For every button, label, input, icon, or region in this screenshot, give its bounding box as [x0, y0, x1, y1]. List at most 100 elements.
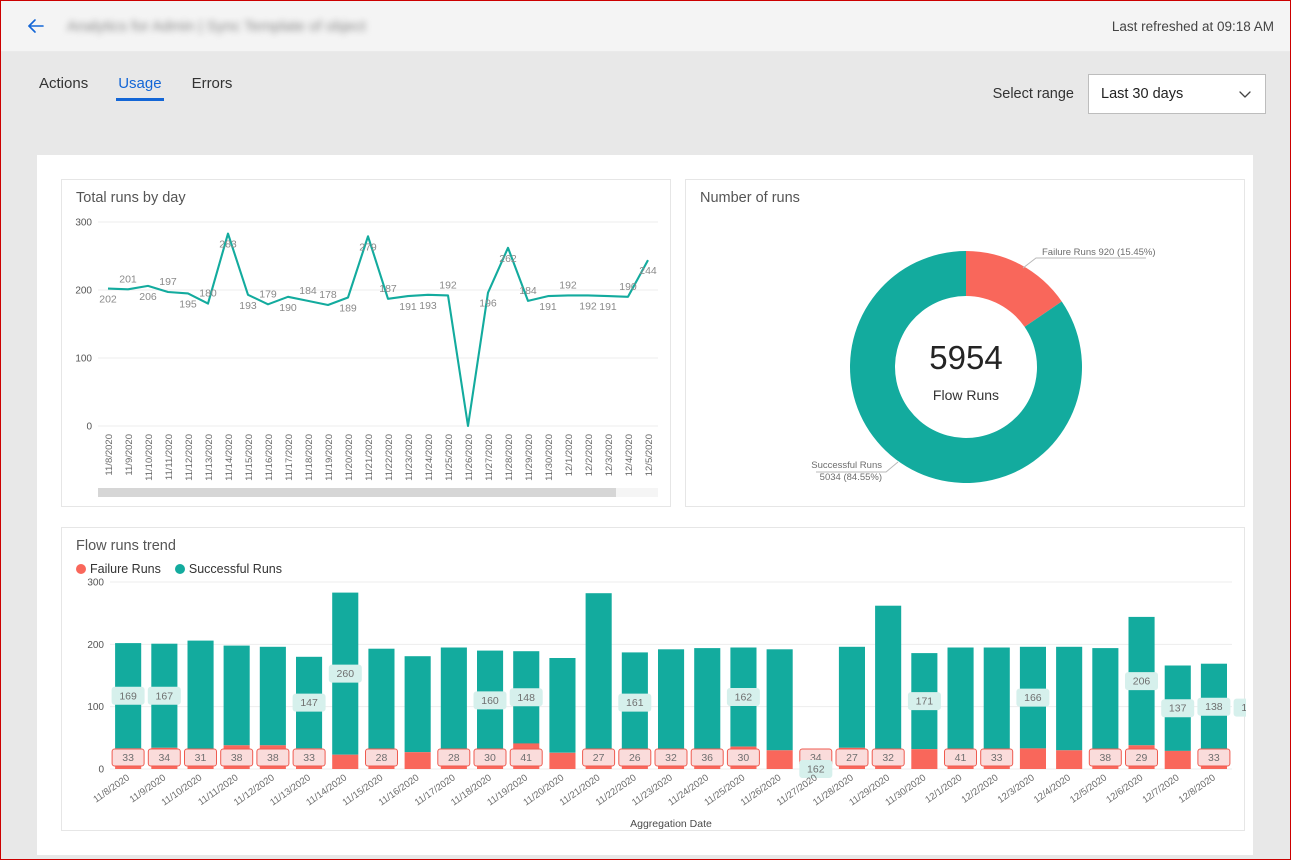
donut-callout-failure: Failure Runs 920 (15.45%): [1042, 247, 1156, 258]
svg-text:193: 193: [419, 300, 437, 312]
number-of-runs-donut-chart[interactable]: 5954 Flow Runs Failure Runs 920 (15.45%) Su…: [686, 180, 1246, 508]
bar-segment-failure: [1164, 750, 1191, 769]
svg-text:202: 202: [99, 294, 117, 306]
svg-text:137: 137: [1169, 703, 1187, 715]
svg-text:100: 100: [87, 702, 104, 713]
svg-text:11/18/2020: 11/18/2020: [304, 434, 315, 481]
bar-segment-success: [549, 658, 576, 753]
svg-text:12/2/2020: 12/2/2020: [959, 772, 1000, 805]
svg-text:12/1/2020: 12/1/2020: [564, 434, 575, 476]
bar-segment-success: [187, 640, 214, 750]
donut-callout-success-line1: Successful Runs: [811, 460, 882, 471]
svg-text:11/12/2020: 11/12/2020: [184, 434, 195, 481]
svg-text:260: 260: [337, 668, 355, 680]
svg-text:283: 283: [219, 239, 237, 251]
svg-text:38: 38: [1099, 752, 1111, 764]
tab-list: Actions Usage Errors: [37, 71, 234, 117]
svg-text:12/2/2020: 12/2/2020: [584, 434, 595, 476]
line-chart-scrollbar-track[interactable]: [98, 488, 658, 497]
svg-text:179: 179: [259, 288, 277, 300]
tab-usage[interactable]: Usage: [116, 71, 164, 101]
svg-text:27: 27: [846, 752, 858, 764]
bar-segment-success: [838, 646, 865, 748]
dashboard-board: Total runs by day 0 100 200 300 202 201 206 197…: [37, 155, 1253, 855]
bar-segment-success: [1092, 648, 1119, 750]
total-runs-by-day-card: Total runs by day 0 100 200 300 202 201 206 197…: [61, 179, 671, 507]
bar-segment-success: [983, 647, 1010, 755]
svg-text:33: 33: [991, 752, 1003, 764]
svg-text:33: 33: [122, 752, 134, 764]
svg-text:190: 190: [279, 302, 297, 314]
svg-text:11/8/2020: 11/8/2020: [104, 434, 115, 476]
svg-text:191: 191: [599, 301, 617, 313]
svg-text:11/15/2020: 11/15/2020: [244, 434, 255, 481]
tab-actions[interactable]: Actions: [37, 71, 90, 92]
back-button[interactable]: [13, 3, 59, 49]
tab-errors[interactable]: Errors: [190, 71, 235, 92]
bar-segment-success: [368, 648, 395, 752]
svg-text:197: 197: [159, 276, 177, 288]
bar-segment-success: [259, 646, 286, 746]
svg-text:11/17/2020: 11/17/2020: [284, 434, 295, 481]
svg-text:206: 206: [139, 291, 157, 303]
range-dropdown[interactable]: Last 30 days: [1088, 74, 1266, 114]
bar-segment-success: [440, 647, 467, 752]
svg-text:30: 30: [484, 752, 496, 764]
top-bar: Analytics for Admin | Sync Template of o…: [1, 1, 1290, 52]
bar-segment-success: [694, 648, 721, 750]
svg-text:31: 31: [195, 752, 207, 764]
svg-text:29: 29: [1136, 752, 1148, 764]
svg-text:169: 169: [119, 690, 137, 702]
bar-segment-success: [585, 593, 612, 753]
flow-runs-trend-chart[interactable]: 0 100 200 300 33 34 31 38 38 33 28 28 30 41 27 26 32 36 30…: [62, 528, 1246, 832]
svg-text:184: 184: [299, 285, 317, 297]
svg-text:11/30/2020: 11/30/2020: [883, 772, 928, 808]
line-chart-scrollbar-thumb[interactable]: [98, 488, 616, 497]
svg-text:200: 200: [75, 286, 92, 297]
total-runs-by-day-chart[interactable]: 0100200300202201206197195180283193179190…: [62, 180, 672, 508]
svg-text:171: 171: [916, 696, 934, 708]
svg-text:138: 138: [1205, 701, 1223, 713]
bar-segment-failure: [1056, 750, 1083, 769]
svg-text:41: 41: [955, 752, 967, 764]
svg-text:162: 162: [735, 692, 753, 704]
donut-center-label: Flow Runs: [933, 387, 999, 403]
bar-segment-failure: [549, 752, 576, 769]
svg-text:28: 28: [376, 752, 388, 764]
svg-text:166: 166: [1024, 692, 1042, 704]
svg-text:11/25/2020: 11/25/2020: [444, 434, 455, 481]
svg-text:11/27/2020: 11/27/2020: [484, 434, 495, 481]
svg-text:11/19/2020: 11/19/2020: [324, 434, 335, 481]
svg-text:11/20/2020: 11/20/2020: [344, 434, 355, 481]
svg-text:0: 0: [86, 422, 92, 433]
svg-text:12/4/2020: 12/4/2020: [1032, 772, 1073, 805]
svg-text:180: 180: [199, 288, 217, 300]
flow-runs-trend-card: Flow runs trend Failure Runs Successful …: [61, 527, 1246, 832]
bar-chart-axis-title: Aggregation Date: [630, 818, 712, 830]
arrow-left-icon: [24, 14, 48, 38]
svg-text:11/10/2020: 11/10/2020: [144, 434, 155, 481]
svg-text:11/23/2020: 11/23/2020: [404, 434, 415, 481]
svg-text:12/8/2020: 12/8/2020: [1177, 772, 1218, 805]
svg-text:148: 148: [517, 692, 535, 704]
svg-text:11/22/2020: 11/22/2020: [384, 434, 395, 481]
bar-segment-success: [404, 656, 431, 753]
svg-text:193: 193: [239, 300, 257, 312]
svg-text:11/24/2020: 11/24/2020: [424, 434, 435, 481]
page-title: Analytics for Admin | Sync Template of o…: [67, 17, 366, 35]
bar-segment-failure: [1019, 748, 1046, 769]
svg-text:12/5/2020: 12/5/2020: [1068, 772, 1109, 805]
svg-text:27: 27: [593, 752, 605, 764]
svg-text:11/10/2020: 11/10/2020: [160, 772, 205, 808]
svg-text:161: 161: [626, 697, 644, 709]
bar-segment-failure: [404, 752, 431, 769]
svg-text:192: 192: [439, 279, 457, 291]
svg-text:100: 100: [75, 354, 92, 365]
svg-text:147: 147: [300, 697, 318, 709]
svg-text:11/28/2020: 11/28/2020: [504, 434, 515, 481]
last-refreshed-status: Last refreshed at 09:18 AM: [1111, 18, 1274, 34]
svg-text:162: 162: [807, 764, 825, 776]
svg-text:191: 191: [399, 301, 417, 313]
svg-text:131: 131: [1241, 702, 1246, 714]
svg-text:11/8/2020: 11/8/2020: [91, 772, 131, 805]
